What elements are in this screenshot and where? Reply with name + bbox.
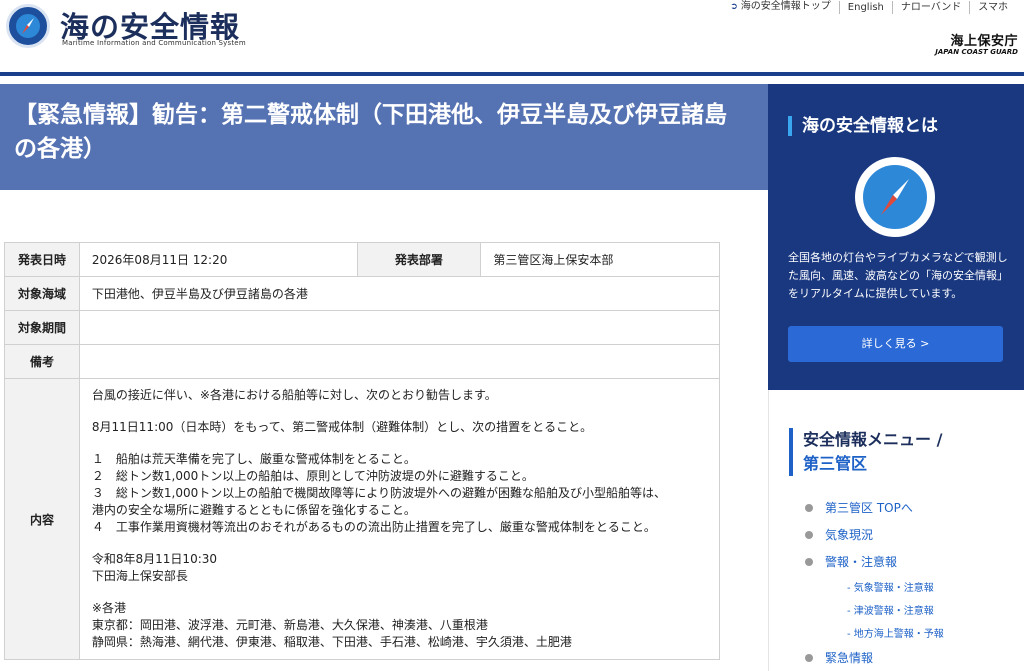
menu-item-label: 緊急情報 [825, 651, 874, 665]
safety-menu: 安全情報メニュー / 第三管区 第三管区 TOPへ 気象現況 警報・注意報 - … [768, 390, 1024, 671]
content-item: ２ 総トン数1,000トン以上の船舶は、原則として沖防波堤の外に避難すること。 [91, 469, 534, 483]
menu-item-label: 警報・注意報 [825, 555, 898, 569]
dept-label: 発表部署 [356, 242, 482, 277]
jcg-logo[interactable]: 海上保安庁 JAPAN COAST GUARD [935, 30, 1018, 56]
area-value: 下田港他、伊豆半島及び伊豆諸島の各港 [78, 276, 721, 311]
content-date: 令和8年8月11日10:30 [91, 552, 218, 566]
about-more-button[interactable]: 詳しく見る > [788, 326, 1003, 362]
content-item: 港内の安全な場所に避難するとともに係留を強化すること。 [91, 503, 416, 517]
menu-item-weather[interactable]: 気象現況 [805, 521, 944, 548]
issued-at-label: 発表日時 [4, 242, 80, 277]
table-row: 発表日時 2026年08月11日 12:20 発表部署 第三管区海上保安本部 [4, 242, 720, 277]
content-signer: 下田海上保安部長 [91, 569, 188, 583]
about-description: 全国各地の灯台やライブカメラなどで観測した風向、風速、波高などの「海の安全情報」… [788, 251, 1008, 300]
content-item: ３ 総トン数1,000トン以上の船舶で機関故障等により防波堤外への避難が困難な船… [91, 486, 667, 500]
content-body: 台風の接近に伴い、※各港における船舶等に対し、次のとおり勧告します。 8月11日… [78, 378, 721, 660]
title-band: 【緊急情報】勧告：第二警戒体制（下田港他、伊豆半島及び伊豆諸島の各港） [0, 84, 768, 190]
ports-heading: ※各港 [91, 601, 126, 615]
remarks-label: 備考 [4, 344, 80, 379]
issued-at-value: 2026年08月11日 12:20 [78, 242, 358, 277]
menu-subitem-tsunami-warnings[interactable]: - 津波警報・注意報 [805, 598, 944, 621]
top-link-smartphone[interactable]: スマホ [969, 0, 1016, 14]
bullet-icon [805, 530, 813, 539]
content-item: １ 船舶は荒天準備を完了し、厳重な警戒体制をとること。 [91, 452, 416, 466]
bullet-icon [805, 653, 813, 662]
menu-item-label: - 津波警報・注意報 [847, 606, 934, 617]
table-row: 対象海域 下田港他、伊豆半島及び伊豆諸島の各港 [4, 276, 721, 311]
agency-name-jp: 海上保安庁 [950, 34, 1018, 49]
header-divider [0, 72, 1024, 76]
period-label: 対象期間 [4, 310, 80, 345]
content-intro: 台風の接近に伴い、※各港における船舶等に対し、次のとおり勧告します。 [91, 388, 497, 402]
agency-name-en: JAPAN COAST GUARD [935, 48, 1018, 56]
top-link-home-label: 海の安全情報トップ [740, 1, 831, 12]
top-link-english[interactable]: English [838, 0, 892, 14]
site-header: 海の安全情報 Maritime Information and Communic… [0, 0, 1024, 72]
ports-tokyo: 東京都：岡田港、波浮港、元町港、新島港、大久保港、神湊港、八重根港 [91, 618, 488, 632]
table-row: 内容 台風の接近に伴い、※各港における船舶等に対し、次のとおり勧告します。 8月… [4, 378, 721, 660]
page-title: 【緊急情報】勧告：第二警戒体制（下田港他、伊豆半島及び伊豆諸島の各港） [14, 102, 727, 162]
dept-value: 第三管区海上保安本部 [480, 242, 720, 277]
menu-item-label: 第三管区 TOPへ [825, 501, 913, 515]
menu-subitem-local-marine-warnings[interactable]: - 地方海上警報・予報 [805, 621, 944, 644]
content-measure-intro: 8月11日11:00（日本時）をもって、第二警戒体制（避難体制）とし、次の措置を… [91, 420, 593, 434]
compass-icon [855, 157, 935, 237]
info-table: 発表日時 2026年08月11日 12:20 発表部署 第三管区海上保安本部 対… [4, 242, 721, 660]
menu-item-label: - 気象警報・注意報 [847, 583, 934, 594]
about-heading: 海の安全情報とは [788, 116, 938, 136]
menu-item-warnings[interactable]: 警報・注意報 [805, 548, 944, 575]
top-link-narrowband[interactable]: ナローバンド [891, 0, 969, 14]
menu-subitem-weather-warnings[interactable]: - 気象警報・注意報 [805, 575, 944, 598]
table-row: 対象期間 [4, 310, 721, 345]
site-logo-icon[interactable] [6, 4, 50, 48]
area-label: 対象海域 [4, 276, 80, 311]
menu-item-emergency[interactable]: 緊急情報 [805, 644, 944, 671]
menu-title-line1: 安全情報メニュー / [803, 430, 943, 449]
about-panel: 海の安全情報とは 全国各地の灯台やライブカメラなどで観測した風向、風速、波高など… [768, 84, 1024, 390]
menu-list: 第三管区 TOPへ 気象現況 警報・注意報 - 気象警報・注意報 - 津波警報・… [805, 494, 944, 671]
menu-title-line2: 第三管区 [803, 454, 868, 473]
bullet-icon [805, 503, 813, 512]
ports-shizuoka: 静岡県：熱海港、網代港、伊東港、稲取港、下田港、手石港、松崎港、宇久須港、土肥港 [91, 635, 572, 649]
site-subtitle: Maritime Information and Communication S… [62, 39, 246, 47]
top-links: ➲ 海の安全情報トップ English ナローバンド スマホ [722, 0, 1016, 14]
bullet-icon [805, 557, 813, 566]
menu-item-label: - 地方海上警報・予報 [847, 629, 944, 640]
period-value [78, 310, 721, 345]
table-row: 備考 [4, 344, 721, 379]
menu-item-label: 気象現況 [825, 528, 874, 542]
top-link-home[interactable]: ➲ 海の安全情報トップ [722, 0, 839, 14]
content-item: ４ 工事作業用資機材等流出のおそれがあるものの流出防止措置を完了し、厳重な警戒体… [91, 520, 656, 534]
arrow-icon: ➲ [730, 2, 738, 12]
menu-item-region-top[interactable]: 第三管区 TOPへ [805, 494, 944, 521]
remarks-value [78, 344, 721, 379]
menu-title: 安全情報メニュー / 第三管区 [789, 428, 942, 476]
content-label: 内容 [4, 378, 80, 660]
